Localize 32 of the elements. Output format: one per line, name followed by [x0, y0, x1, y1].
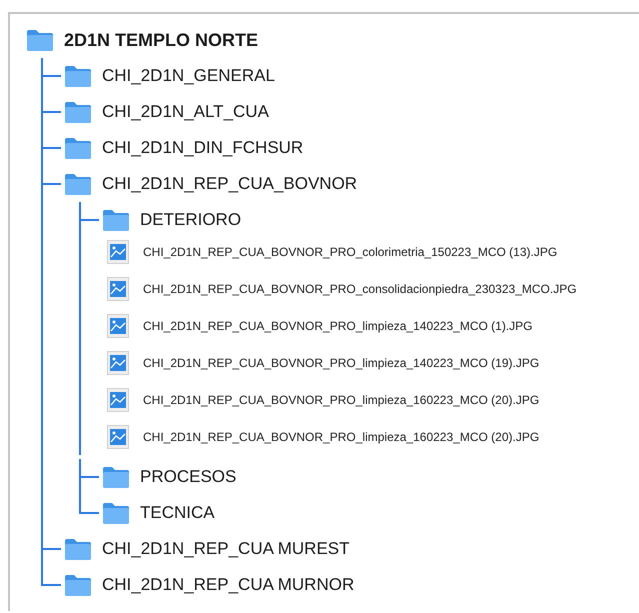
file-name[interactable]: CHI_2D1N_REP_CUA_BOVNOR_PRO_limpieza_160223_MCO (20).JPG — [143, 390, 540, 408]
folder-name[interactable]: CHI_2D1N_ALT_CUA — [102, 99, 269, 125]
folder-name[interactable]: CHI_2D1N_REP_CUA_BOVNOR — [102, 171, 358, 197]
folder-icon — [65, 574, 91, 596]
folder-icon — [103, 502, 129, 524]
image-file-icon — [107, 424, 129, 448]
folder-icon — [103, 209, 129, 231]
file-name[interactable]: CHI_2D1N_REP_CUA_BOVNOR_PRO_colorimetria_150223_MCO (13).JPG — [143, 242, 558, 260]
folder-icon — [103, 466, 129, 488]
folder-icon — [65, 137, 91, 159]
folder-icon — [65, 65, 91, 87]
file-name[interactable]: CHI_2D1N_REP_CUA_BOVNOR_PRO_consolidacionpiedra_230323_MCO.JPG — [143, 280, 577, 298]
folder-icon — [65, 101, 91, 123]
folder-name[interactable]: CHI_2D1N_DIN_FCHSUR — [102, 135, 304, 161]
image-file-icon — [107, 276, 129, 300]
image-file-icon — [107, 314, 129, 338]
folder-name[interactable]: TECNICA — [140, 500, 215, 526]
folder-name[interactable]: CHI_2D1N_REP_CUA MUREST — [102, 536, 350, 562]
folder-icon — [27, 29, 53, 51]
folder-name[interactable]: DETERIORO — [140, 207, 242, 233]
image-file-icon — [107, 240, 129, 264]
folder-name[interactable]: 2D1N TEMPLO NORTE — [64, 26, 258, 54]
image-file-icon — [107, 350, 129, 374]
folder-icon — [65, 173, 91, 195]
image-file-icon — [107, 388, 129, 412]
file-name[interactable]: CHI_2D1N_REP_CUA_BOVNOR_PRO_limpieza_140223_MCO (19).JPG — [143, 354, 540, 372]
file-name[interactable]: CHI_2D1N_REP_CUA_BOVNOR_PRO_limpieza_160223_MCO (20).JPG — [143, 428, 540, 446]
folder-name[interactable]: PROCESOS — [140, 464, 236, 490]
folder-name[interactable]: CHI_2D1N_GENERAL — [102, 63, 275, 89]
file-name[interactable]: CHI_2D1N_REP_CUA_BOVNOR_PRO_limpieza_140223_MCO (1).JPG — [143, 316, 532, 334]
folder-icon — [65, 538, 91, 560]
folder-name[interactable]: CHI_2D1N_REP_CUA MURNOR — [102, 572, 354, 598]
